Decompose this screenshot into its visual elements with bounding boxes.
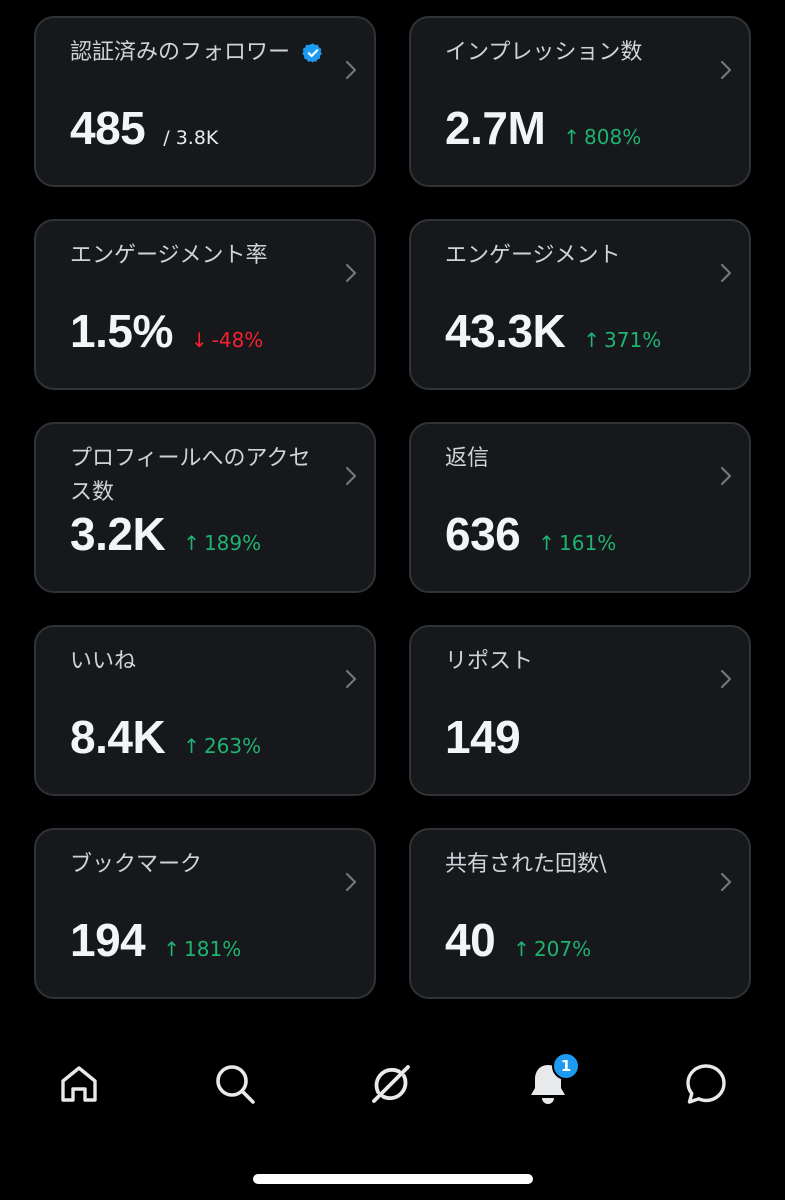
card-value-row: 149: [445, 710, 521, 764]
card-value-row: 636 ↑ 161%: [445, 507, 616, 561]
arrow-up-icon: ↑: [183, 531, 200, 555]
card-title-text: エンゲージメント: [445, 243, 621, 268]
card-value: 8.4K: [70, 711, 166, 763]
card-title-text: エンゲージメント率: [70, 243, 268, 268]
card-verified-followers[interactable]: 認証済みのフォロワー 485 / 3.8K: [34, 16, 376, 187]
chevron-right-icon: [720, 669, 732, 689]
card-title-text: 共有された回数\: [445, 852, 607, 877]
card-delta-value: -48%: [211, 328, 264, 352]
card-value-row: 3.2K ↑ 189%: [70, 507, 261, 561]
card-engagement-rate[interactable]: エンゲージメント率 1.5% ↓ -48%: [34, 219, 376, 390]
card-shares[interactable]: 共有された回数\ 40 ↑ 207%: [409, 828, 751, 999]
card-value: 2.7M: [445, 102, 546, 154]
analytics-card-grid: 認証済みのフォロワー 485 / 3.8K インプレッション数 2.7M ↑ 8…: [34, 16, 751, 999]
card-reposts[interactable]: リポスト 149: [409, 625, 751, 796]
tab-grok[interactable]: [363, 1056, 419, 1112]
bottom-tab-bar: 1: [0, 1040, 785, 1130]
card-value-row: 43.3K ↑ 371%: [445, 304, 661, 358]
card-title: インプレッション数: [445, 36, 709, 70]
card-value: 485: [70, 102, 146, 154]
card-delta: ↑ 263%: [183, 734, 261, 758]
card-title-text: ブックマーク: [70, 852, 203, 877]
card-delta-value: 263%: [203, 734, 262, 758]
card-title: ブックマーク: [70, 848, 334, 882]
card-delta-value: 189%: [203, 531, 262, 555]
card-replies[interactable]: 返信 636 ↑ 161%: [409, 422, 751, 593]
card-profile-visits[interactable]: プロフィールへのアクセス数 3.2K ↑ 189%: [34, 422, 376, 593]
chevron-right-icon: [720, 263, 732, 283]
card-value-row: 40 ↑ 207%: [445, 913, 591, 967]
tab-search[interactable]: [207, 1056, 263, 1112]
search-icon: [216, 1065, 255, 1104]
card-delta: ↑ 808%: [563, 125, 641, 149]
card-title-text: インプレッション数: [445, 40, 643, 65]
card-value-row: 194 ↑ 181%: [70, 913, 241, 967]
card-title-text: リポスト: [445, 649, 534, 674]
card-delta: ↓ -48%: [191, 328, 263, 352]
card-value: 194: [70, 914, 146, 966]
card-delta: ↑ 181%: [163, 937, 241, 961]
card-likes[interactable]: いいね 8.4K ↑ 263%: [34, 625, 376, 796]
card-title: いいね: [70, 645, 334, 679]
verified-badge-icon: [302, 43, 322, 63]
card-title: エンゲージメント: [445, 239, 709, 273]
card-value: 149: [445, 711, 521, 763]
arrow-up-icon: ↑: [183, 734, 200, 758]
card-delta-value: 207%: [533, 937, 592, 961]
card-title: リポスト: [445, 645, 709, 679]
card-value: 3.2K: [70, 508, 166, 560]
chevron-right-icon: [345, 872, 357, 892]
card-delta: ↑ 207%: [513, 937, 591, 961]
card-delta: ↑ 189%: [183, 531, 261, 555]
card-impressions[interactable]: インプレッション数 2.7M ↑ 808%: [409, 16, 751, 187]
chevron-right-icon: [345, 466, 357, 486]
arrow-down-icon: ↓: [190, 328, 208, 352]
card-title: 共有された回数\: [445, 848, 709, 882]
card-value: 40: [445, 914, 496, 966]
card-value: 636: [445, 508, 521, 560]
arrow-up-icon: ↑: [163, 937, 181, 961]
chevron-right-icon: [720, 466, 732, 486]
home-indicator[interactable]: [253, 1174, 533, 1184]
arrow-up-icon: ↑: [513, 937, 530, 961]
card-delta-value: 161%: [559, 531, 617, 555]
chevron-right-icon: [345, 60, 357, 80]
card-delta-value: 181%: [184, 937, 242, 961]
tab-notifications[interactable]: 1: [520, 1052, 580, 1112]
chevron-right-icon: [345, 263, 357, 283]
card-value-row: 2.7M ↑ 808%: [445, 101, 641, 155]
card-title-text: 認証済みのフォロワー: [70, 40, 291, 65]
tab-messages[interactable]: [678, 1056, 734, 1112]
chevron-right-icon: [720, 872, 732, 892]
card-delta-value: 371%: [604, 328, 662, 352]
arrow-up-icon: ↑: [538, 531, 556, 555]
notification-count-badge: 1: [552, 1052, 580, 1080]
card-bookmarks[interactable]: ブックマーク 194 ↑ 181%: [34, 828, 376, 999]
grok-icon: [372, 1065, 410, 1103]
card-total: / 3.8K: [163, 127, 219, 149]
chevron-right-icon: [720, 60, 732, 80]
card-delta-value: 808%: [584, 125, 642, 149]
card-engagements[interactable]: エンゲージメント 43.3K ↑ 371%: [409, 219, 751, 390]
card-title-text: 返信: [445, 446, 490, 471]
home-icon: [61, 1066, 97, 1102]
card-value: 43.3K: [445, 305, 566, 357]
card-value-row: 485 / 3.8K: [70, 101, 218, 155]
card-title-text: いいね: [70, 649, 137, 674]
card-delta: ↑ 371%: [583, 328, 661, 352]
card-title: 返信: [445, 442, 709, 476]
card-title: 認証済みのフォロワー: [70, 36, 334, 70]
chat-bubble-icon: [686, 1064, 726, 1104]
card-title-text: プロフィールへのアクセス数: [70, 446, 311, 505]
card-value: 1.5%: [70, 305, 173, 357]
chevron-right-icon: [345, 669, 357, 689]
card-value-row: 1.5% ↓ -48%: [70, 304, 263, 358]
card-title: エンゲージメント率: [70, 239, 334, 273]
arrow-up-icon: ↑: [583, 328, 601, 352]
tab-home[interactable]: [51, 1056, 107, 1112]
arrow-up-icon: ↑: [563, 125, 581, 149]
card-delta: ↑ 161%: [538, 531, 616, 555]
card-value-row: 8.4K ↑ 263%: [70, 710, 261, 764]
card-title: プロフィールへのアクセス数: [70, 442, 334, 510]
